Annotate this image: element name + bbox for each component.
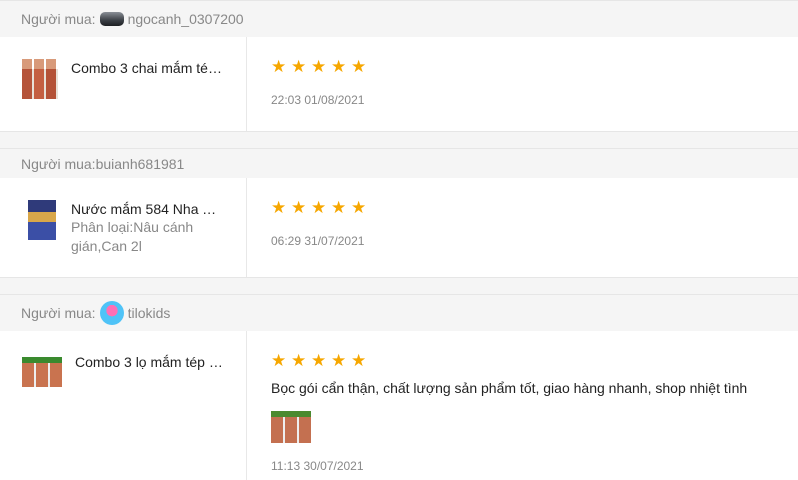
review-comment: Bọc gói cẩn thận, chất lượng sản phẩm tố… bbox=[271, 380, 748, 396]
product-column[interactable]: Combo 3 lọ mắm tép chưng thịt bbox=[0, 331, 247, 480]
review-2: Người mua: buianh681981 Nước mắm 584 Nha… bbox=[0, 148, 798, 278]
buyer-bar: Người mua: ngocanh_0307200 bbox=[0, 0, 798, 37]
product-thumbnail[interactable] bbox=[22, 59, 58, 99]
review-time: 06:29 31/07/2021 bbox=[271, 234, 365, 248]
rating-column: ★ ★ ★ ★ ★ 06:29 31/07/2021 bbox=[247, 178, 798, 277]
star-icon: ★ bbox=[311, 57, 327, 76]
star-icon: ★ bbox=[351, 351, 367, 370]
review-body: Nước mắm 584 Nha Trang Phân loại:Nâu cán… bbox=[0, 178, 798, 278]
buyer-name[interactable]: tilokids bbox=[128, 305, 171, 321]
star-icon: ★ bbox=[291, 351, 307, 370]
product-name[interactable]: Combo 3 chai mắm tép chưng thịt Hương Vi… bbox=[71, 59, 223, 77]
buyer-bar: Người mua: tilokids bbox=[0, 294, 798, 331]
star-icon: ★ bbox=[271, 198, 287, 217]
rating-column: ★ ★ ★ ★ ★ Bọc gói cẩn thận, chất lượng s… bbox=[247, 331, 798, 480]
buyer-bar: Người mua: buianh681981 bbox=[0, 148, 798, 178]
product-column[interactable]: Combo 3 chai mắm tép chưng thịt Hương Vi… bbox=[0, 37, 247, 131]
review-3: Người mua: tilokids Combo 3 lọ mắm tép c… bbox=[0, 294, 798, 480]
star-rating: ★ ★ ★ ★ ★ bbox=[271, 198, 798, 217]
review-time: 22:03 01/08/2021 bbox=[271, 93, 365, 107]
kid-avatar-icon[interactable] bbox=[99, 301, 124, 325]
buyer-label: Người mua: bbox=[21, 155, 96, 172]
star-icon: ★ bbox=[291, 57, 307, 76]
product-name[interactable]: Nước mắm 584 Nha Trang bbox=[71, 200, 223, 218]
star-rating: ★ ★ ★ ★ ★ bbox=[271, 351, 798, 370]
star-icon: ★ bbox=[271, 57, 287, 76]
review-body: Combo 3 lọ mắm tép chưng thịt ★ ★ ★ ★ ★ … bbox=[0, 331, 798, 480]
star-icon: ★ bbox=[331, 351, 347, 370]
star-icon: ★ bbox=[351, 57, 367, 76]
buyer-name[interactable]: ngocanh_0307200 bbox=[128, 11, 274, 27]
buyer-name[interactable]: buianh681981 bbox=[96, 156, 185, 172]
star-icon: ★ bbox=[311, 351, 327, 370]
review-body: Combo 3 chai mắm tép chưng thịt Hương Vi… bbox=[0, 37, 798, 132]
star-rating: ★ ★ ★ ★ ★ bbox=[271, 57, 798, 76]
rating-column: ★ ★ ★ ★ ★ 22:03 01/08/2021 bbox=[247, 37, 798, 131]
product-thumbnail[interactable] bbox=[22, 357, 62, 387]
product-column[interactable]: Nước mắm 584 Nha Trang Phân loại:Nâu cán… bbox=[0, 178, 247, 277]
star-icon: ★ bbox=[331, 198, 347, 217]
review-time: 11:13 30/07/2021 bbox=[271, 459, 364, 473]
star-icon: ★ bbox=[291, 198, 307, 217]
review-1: Người mua: ngocanh_0307200 Combo 3 chai … bbox=[0, 0, 798, 132]
car-avatar-icon[interactable] bbox=[99, 12, 124, 26]
product-variant: Phân loại:Nâu cánh gián,Can 2l bbox=[71, 219, 194, 254]
star-icon: ★ bbox=[311, 198, 327, 217]
star-icon: ★ bbox=[271, 351, 287, 370]
star-icon: ★ bbox=[331, 57, 347, 76]
star-icon: ★ bbox=[351, 198, 367, 217]
product-name[interactable]: Combo 3 lọ mắm tép chưng thịt bbox=[75, 353, 227, 371]
buyer-label: Người mua: bbox=[21, 305, 96, 321]
product-thumbnail[interactable] bbox=[28, 200, 56, 240]
buyer-label: Người mua: bbox=[21, 11, 96, 27]
review-photo[interactable] bbox=[271, 411, 311, 443]
